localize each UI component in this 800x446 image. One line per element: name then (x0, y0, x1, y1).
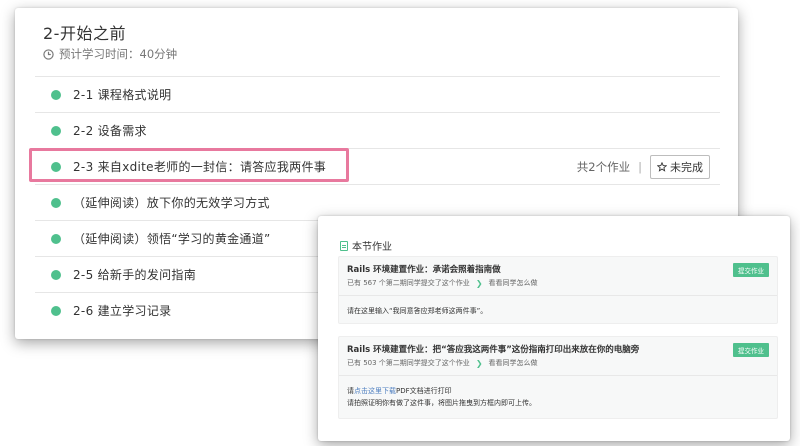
lesson-row[interactable]: 2-2 设备需求 (35, 112, 720, 148)
homework-count-line: 已有 503 个第二期同学提交了这个作业 ❯ 看看同学怎么做 (347, 358, 538, 368)
homework-note: 请点击这里下载PDF文档进行打印 (347, 386, 452, 396)
submission-count: 已有 503 个第二期同学提交了这个作业 (347, 359, 470, 367)
homework-panel: 本节作业 Rails 环境建置作业：承诺会照着指南做 提交作业 已有 567 个… (318, 216, 790, 441)
lesson-title[interactable]: （延伸阅读）领悟“学习的黄金通道” (73, 230, 271, 247)
estimated-time-text: 预计学习时间：40分钟 (59, 47, 178, 61)
chevron-right-icon: ❯ (475, 278, 483, 288)
section-title: 2-开始之前 (43, 24, 126, 43)
homework-count-line: 已有 567 个第二期同学提交了这个作业 ❯ 看看同学怎么做 (347, 278, 538, 288)
completed-dot-icon (51, 305, 61, 316)
homework-item: Rails 环境建置作业：承诺会照着指南做 提交作业 已有 567 个第二期同学… (338, 256, 778, 324)
homework-item-title: Rails 环境建置作业：承诺会照着指南做 (347, 265, 501, 275)
view-classmates-link[interactable]: 看看同学怎么做 (489, 278, 538, 288)
lesson-meta: 共2个作业 | 未完成 (577, 155, 710, 179)
view-classmates-link[interactable]: 看看同学怎么做 (489, 358, 538, 368)
submission-count: 已有 567 个第二期同学提交了这个作业 (347, 279, 470, 287)
separator: | (638, 160, 642, 174)
homework-title: 本节作业 (340, 238, 392, 253)
note-suffix: PDF文档进行打印 (396, 387, 452, 395)
homework-note: 请在这里输入“我同意答应郑老师这两件事”。 (347, 307, 488, 315)
status-label: 未完成 (670, 161, 703, 174)
lesson-title[interactable]: 2-2 设备需求 (73, 122, 147, 139)
lesson-title[interactable]: 2-6 建立学习记录 (73, 302, 171, 319)
homework-count: 共2个作业 (576, 160, 631, 174)
chevron-right-icon: ❯ (475, 358, 483, 368)
lesson-row[interactable]: （延伸阅读）放下你的无效学习方式 (35, 184, 720, 220)
lesson-title[interactable]: 2-1 课程格式说明 (73, 86, 171, 103)
estimated-time: 预计学习时间：40分钟 (43, 46, 177, 62)
completed-dot-icon (51, 197, 61, 208)
completed-dot-icon (51, 269, 61, 280)
homework-title-text: 本节作业 (352, 242, 392, 253)
completed-dot-icon (51, 89, 61, 100)
divider (339, 375, 777, 376)
lesson-row[interactable]: 2-3 来自xdite老师的一封信：请答应我两件事 共2个作业 | 未完成 (35, 148, 720, 184)
download-link[interactable]: 点击这里下载 (354, 387, 396, 395)
lesson-row[interactable]: 2-1 课程格式说明 (35, 76, 720, 112)
note-prefix: 请 (347, 387, 354, 395)
lesson-title[interactable]: 2-5 给新手的发问指南 (73, 266, 196, 283)
completed-dot-icon (51, 125, 61, 136)
submit-homework-button[interactable]: 提交作业 (733, 263, 769, 277)
homework-item-title: Rails 环境建置作业：把“答应我这两件事”这份指南打印出来放在你的电脑旁 (347, 345, 640, 355)
homework-note: 请拍照证明你有做了这件事，将图片拖曳到方框内即可上传。 (347, 399, 536, 407)
lesson-title[interactable]: （延伸阅读）放下你的无效学习方式 (73, 194, 270, 211)
clock-icon (43, 48, 54, 60)
star-icon (657, 162, 667, 172)
lesson-title[interactable]: 2-3 来自xdite老师的一封信：请答应我两件事 (73, 158, 326, 175)
status-button[interactable]: 未完成 (650, 155, 710, 179)
submit-homework-button[interactable]: 提交作业 (733, 343, 769, 357)
document-icon (340, 240, 348, 251)
divider (339, 295, 777, 296)
completed-dot-icon (51, 233, 61, 244)
completed-dot-icon (51, 161, 61, 172)
homework-item: Rails 环境建置作业：把“答应我这两件事”这份指南打印出来放在你的电脑旁 提… (338, 336, 778, 419)
